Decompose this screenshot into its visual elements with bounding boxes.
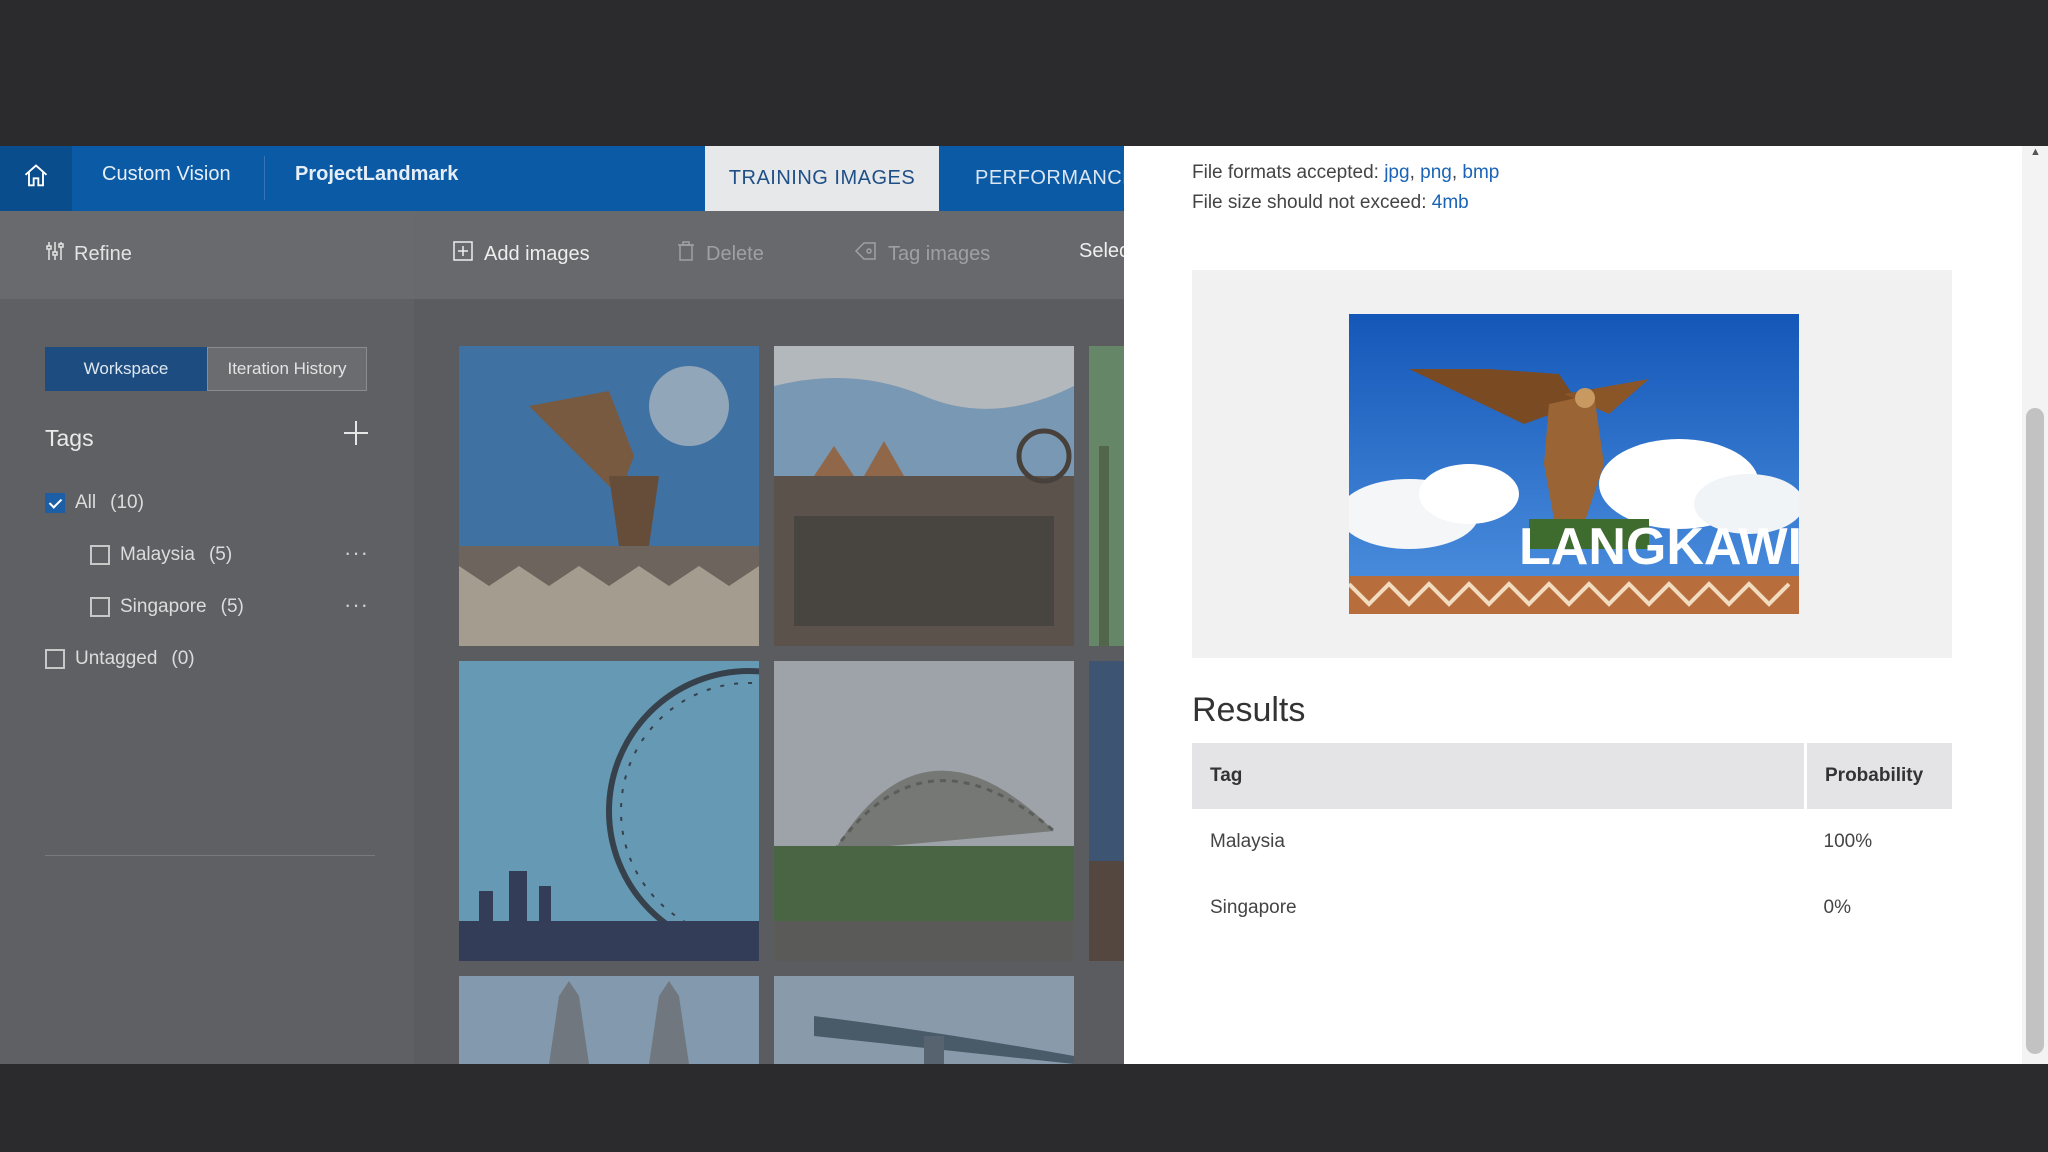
tag-images-label: Tag images [888, 242, 991, 265]
tag-item-untagged[interactable]: Untagged (0) [45, 648, 195, 670]
scroll-up-arrow-icon[interactable]: ▲ [2030, 146, 2041, 158]
column-header-tag: Tag [1192, 743, 1806, 809]
file-size-info: File size should not exceed: 4mb [1192, 192, 1469, 214]
image-thumbnail[interactable] [459, 346, 759, 646]
delete-label: Delete [706, 242, 764, 265]
format-png-link[interactable]: png [1420, 162, 1452, 183]
image-thumbnail[interactable] [774, 976, 1074, 1064]
tag-item-all[interactable]: All (10) [45, 492, 144, 514]
image-thumbnail[interactable] [1089, 661, 1124, 961]
filter-sliders-icon [44, 240, 66, 268]
tag-checkbox-singapore[interactable] [90, 597, 110, 617]
add-image-icon [452, 240, 474, 268]
tag-item-singapore[interactable]: Singapore (5) [90, 596, 244, 618]
refine-button[interactable]: Refine [44, 240, 132, 268]
tag-checkbox-untagged[interactable] [45, 649, 65, 669]
preview-sign-text: LANGKAWI [1519, 518, 1799, 576]
image-toolbar: Add images Delete Tag images Selec [414, 211, 1129, 299]
tag-item-malaysia[interactable]: Malaysia (5) [90, 544, 232, 566]
add-images-label: Add images [484, 242, 590, 265]
tags-heading: Tags [45, 425, 94, 451]
tag-checkbox-all[interactable] [45, 493, 65, 513]
result-tag: Malaysia [1210, 831, 1285, 852]
app-window: Custom Vision ProjectLandmark TRAINING I… [0, 146, 2048, 1064]
results-table: Tag Probability Malaysia 100% Singapore … [1192, 743, 1952, 941]
iteration-history-button[interactable]: Iteration History [207, 347, 367, 391]
formats-label: File formats accepted: [1192, 162, 1379, 183]
tab-training-images[interactable]: TRAINING IMAGES [705, 146, 939, 211]
project-name[interactable]: ProjectLandmark [295, 163, 458, 186]
results-header-row: Tag Probability [1192, 743, 1952, 809]
tag-label: Malaysia [120, 544, 195, 565]
tag-images-button[interactable]: Tag images [854, 240, 990, 268]
image-thumbnail[interactable] [774, 661, 1074, 961]
nav-divider [264, 156, 265, 200]
image-thumbnail[interactable] [774, 346, 1074, 646]
plus-icon [344, 421, 368, 445]
tag-checkbox-malaysia[interactable] [90, 545, 110, 565]
sidebar-toolbar: Refine [0, 211, 414, 299]
delete-button[interactable]: Delete [676, 240, 764, 268]
tag-label: All [75, 492, 97, 513]
tag-count: (5) [220, 596, 244, 617]
trash-icon [676, 240, 696, 268]
format-jpg-link[interactable]: jpg [1384, 162, 1409, 183]
sidebar: Refine Workspace Iteration History Tags … [0, 211, 414, 1064]
add-tag-button[interactable] [340, 417, 372, 449]
test-image-preview: LANGKAWI [1339, 314, 1804, 614]
image-thumbnail[interactable] [459, 661, 759, 961]
add-images-button[interactable]: Add images [452, 240, 590, 268]
top-nav: Custom Vision ProjectLandmark TRAINING I… [0, 146, 1136, 211]
home-button[interactable] [0, 146, 72, 211]
result-probability: 0% [1823, 897, 1851, 918]
tag-icon [854, 240, 878, 268]
results-heading: Results [1192, 691, 1306, 729]
quick-test-panel: File formats accepted: jpg, png, bmp Fil… [1124, 146, 2022, 1064]
tag-count: (5) [208, 544, 233, 565]
tab-performance[interactable]: PERFORMANCE [975, 167, 1136, 190]
view-toggle: Workspace Iteration History [45, 347, 367, 391]
tag-more-button-singapore[interactable]: ··· [344, 592, 369, 618]
image-workspace: Add images Delete Tag images Selec [414, 211, 1129, 1064]
home-icon [22, 162, 50, 195]
size-limit-link[interactable]: 4mb [1432, 192, 1469, 213]
table-row: Malaysia 100% [1192, 809, 1952, 875]
file-formats-info: File formats accepted: jpg, png, bmp [1192, 162, 1500, 183]
column-header-probability: Probability [1804, 743, 1952, 809]
scrollbar-thumb[interactable] [2026, 408, 2044, 1054]
sidebar-divider [45, 855, 375, 856]
tag-label: Untagged [75, 648, 158, 669]
result-probability: 100% [1823, 831, 1873, 852]
panel-scrollbar[interactable]: ▲ [2022, 146, 2048, 1064]
size-label: File size should not exceed: [1192, 192, 1427, 213]
table-row: Singapore 0% [1192, 875, 1952, 941]
format-bmp-link[interactable]: bmp [1462, 162, 1499, 183]
brand-link[interactable]: Custom Vision [102, 163, 231, 186]
tag-count: (0) [171, 648, 195, 669]
result-tag: Singapore [1210, 897, 1297, 918]
refine-label: Refine [74, 242, 132, 265]
image-thumbnail[interactable] [459, 976, 759, 1064]
tag-count: (10) [110, 492, 144, 513]
tag-more-button-malaysia[interactable]: ··· [344, 540, 369, 566]
select-button[interactable]: Selec [1079, 240, 1129, 263]
image-preview-area: LANGKAWI [1192, 270, 1952, 658]
image-thumbnail[interactable] [1089, 346, 1124, 646]
tag-label: Singapore [120, 596, 207, 617]
workspace-button[interactable]: Workspace [45, 347, 207, 391]
